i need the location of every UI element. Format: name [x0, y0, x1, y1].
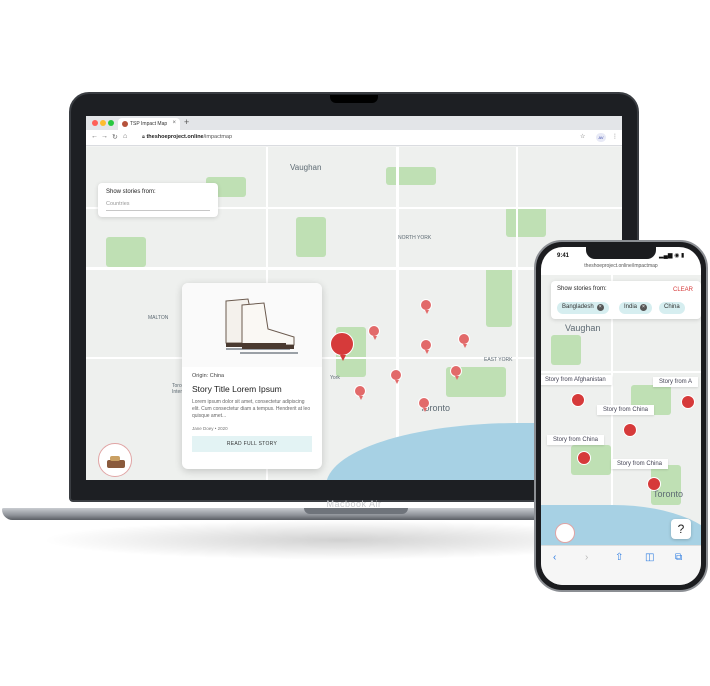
url-path: /impactmap: [203, 134, 233, 140]
clear-filter-button[interactable]: CLEAR: [673, 287, 693, 293]
country-filter-panel: Show stories from: Countries: [98, 183, 218, 217]
phone-story-pin[interactable]: [681, 395, 695, 409]
story-label-china-3[interactable]: Story from China: [611, 459, 669, 469]
story-label-china-2[interactable]: Story from China: [547, 435, 605, 445]
park-area: [296, 217, 326, 257]
home-icon[interactable]: ⌂: [123, 133, 127, 140]
road: [396, 147, 399, 480]
countries-input[interactable]: Countries: [106, 201, 210, 211]
tab-title: TSP Impact Map: [130, 121, 168, 127]
chip-remove-icon[interactable]: ×: [596, 304, 604, 311]
browser-menu-icon[interactable]: ⋮: [612, 133, 618, 140]
profile-avatar[interactable]: AV: [596, 133, 606, 142]
bookmark-star-icon[interactable]: ☆: [580, 133, 585, 140]
address-bar[interactable]: 🔒︎ theshoeproject.online/impactmap: [134, 132, 564, 143]
story-pin[interactable]: [390, 369, 402, 384]
meta-separator: •: [214, 426, 217, 431]
story-pin-active[interactable]: [330, 332, 354, 361]
road: [541, 371, 701, 373]
park-area: [551, 335, 581, 365]
phone-safari-toolbar: ‹ › ⇧ ◫ ⧉: [541, 545, 701, 585]
phone-status-icons: ▂▄▆ ◉ ▮: [659, 253, 685, 259]
story-pin[interactable]: [368, 325, 380, 340]
park-area: [486, 267, 512, 327]
chip-china[interactable]: China: [659, 302, 685, 314]
chip-india[interactable]: India ×: [619, 302, 653, 314]
story-title: Story Title Lorem Ipsum: [192, 384, 282, 394]
chip-bangladesh[interactable]: Bangladesh ×: [557, 302, 609, 314]
browser-tab-bar: TSP Impact Map × +: [86, 116, 622, 130]
map-label-vaughan: Vaughan: [290, 163, 322, 172]
phone-forward-icon[interactable]: ›: [585, 552, 588, 563]
phone-story-pin[interactable]: [647, 477, 661, 491]
favicon-icon: [122, 121, 128, 127]
phone-story-pin[interactable]: [577, 451, 591, 465]
story-pin[interactable]: [354, 385, 366, 400]
story-excerpt: Lorem ipsum dolor sit amet, consectetur …: [192, 399, 311, 419]
phone-time: 9:41: [557, 253, 570, 259]
phone-impact-map[interactable]: Vaughan Toronto Show stories from: CLEAR…: [541, 275, 701, 545]
story-pin[interactable]: [420, 299, 432, 314]
close-window-icon[interactable]: [92, 120, 98, 126]
story-year: 2020: [217, 426, 228, 431]
phone-tabs-icon[interactable]: ⧉: [675, 552, 682, 563]
read-full-story-button[interactable]: READ FULL STORY: [192, 436, 312, 452]
lock-icon: 🔒︎: [142, 134, 145, 140]
story-meta: Jane Doey • 2020: [192, 426, 312, 431]
phone-share-icon[interactable]: ⇧: [615, 552, 623, 563]
minimize-window-icon[interactable]: [100, 120, 106, 126]
browser-toolbar: ← → ↻ ⌂ 🔒︎ theshoeproject.online/impactm…: [86, 130, 622, 146]
phone-story-pin[interactable]: [571, 393, 585, 407]
phone-url[interactable]: theshoeproject.online/impactmap: [541, 263, 701, 269]
url-domain: theshoeproject.online: [146, 134, 204, 140]
phone-notch: [586, 247, 656, 259]
tab-close-icon[interactable]: ×: [172, 120, 176, 126]
story-author: Jane Doey: [192, 426, 214, 431]
reload-icon[interactable]: ↻: [112, 133, 118, 141]
story-pin[interactable]: [450, 365, 462, 380]
map-label-east-york: EAST YORK: [484, 357, 513, 363]
browser-tab[interactable]: TSP Impact Map ×: [118, 118, 180, 130]
map-label-malton: MALTON: [148, 315, 169, 321]
phone-bookmarks-icon[interactable]: ◫: [645, 552, 654, 563]
story-label-afghanistan[interactable]: Story from Afghanistan: [541, 375, 612, 385]
story-label-china-1[interactable]: Story from China: [597, 405, 655, 415]
map-label-york: York: [330, 375, 340, 381]
story-card: Origin: China Story Title Lorem Ipsum Lo…: [182, 283, 322, 469]
story-pin[interactable]: [420, 339, 432, 354]
phone-map-label-toronto: Toronto: [653, 489, 684, 499]
map-label-north-york: NORTH YORK: [398, 235, 432, 241]
back-icon[interactable]: ←: [91, 133, 98, 140]
phone-shoe-project-logo[interactable]: [555, 523, 575, 543]
filter-title: Show stories from:: [106, 189, 156, 195]
laptop-camera-notch: [330, 95, 378, 103]
park-area: [506, 207, 546, 237]
phone-filter-panel: Show stories from: CLEAR Bangladesh × Ind…: [551, 281, 701, 319]
maximize-window-icon[interactable]: [108, 120, 114, 126]
story-pin[interactable]: [458, 333, 470, 348]
shoe-project-logo[interactable]: [98, 443, 132, 477]
phone-screen: 9:41 ▂▄▆ ◉ ▮ theshoeproject.online/impac…: [541, 247, 701, 585]
phone-story-pin[interactable]: [623, 423, 637, 437]
phone-map-label-vaughan: Vaughan: [565, 323, 601, 333]
new-tab-button[interactable]: +: [184, 117, 189, 127]
forward-icon[interactable]: →: [101, 133, 108, 140]
story-label-cut[interactable]: Story from A: [653, 377, 699, 387]
park-area: [386, 167, 436, 185]
story-pin[interactable]: [418, 397, 430, 412]
phone-back-icon[interactable]: ‹: [553, 552, 556, 563]
laptop-groove: [304, 508, 408, 514]
chip-remove-icon[interactable]: ×: [640, 304, 648, 311]
ice-skate-image: [182, 283, 322, 367]
park-area: [106, 237, 146, 267]
story-origin: Origin: China: [192, 373, 225, 379]
help-button[interactable]: ?: [671, 519, 691, 539]
